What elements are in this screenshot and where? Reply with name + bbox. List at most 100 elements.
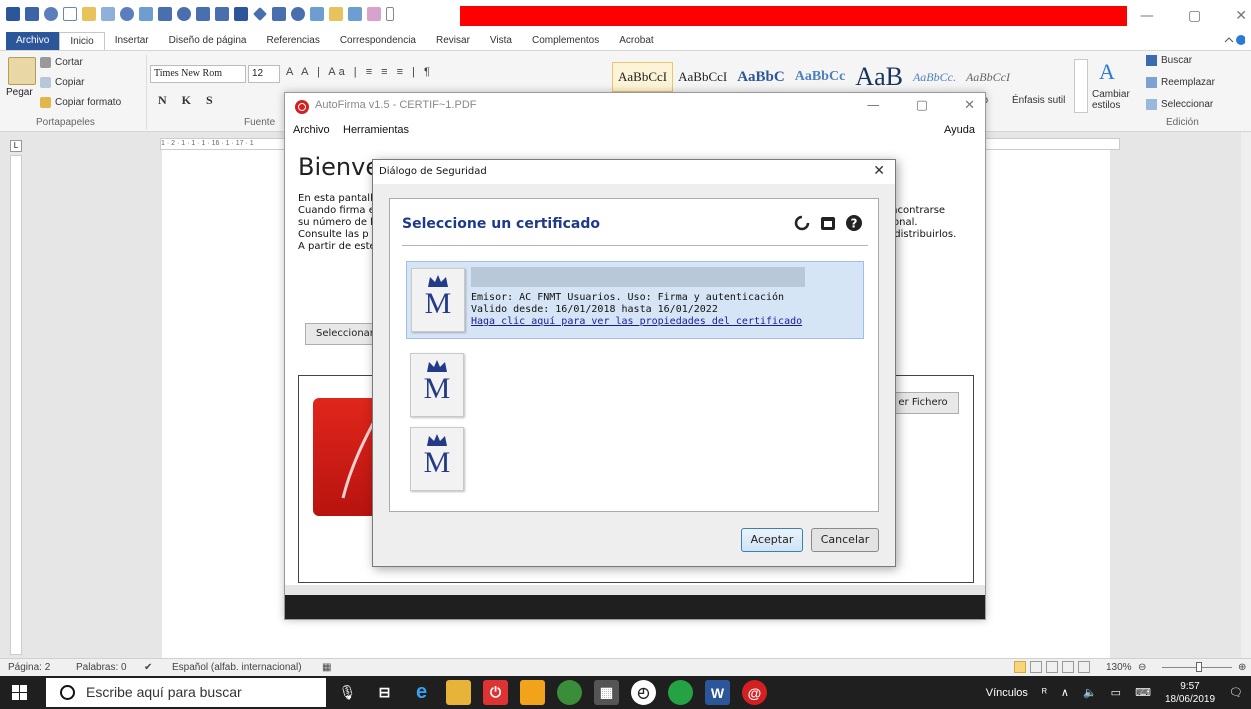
font-size-select[interactable]: 12 [248,65,280,83]
paste-button[interactable]: Pegar [6,87,33,98]
macro-icon[interactable] [158,7,172,21]
certificate-properties-link[interactable]: Haga clic aquí para ver las propiedades … [471,316,802,328]
cycle-icon[interactable] [291,7,305,21]
paragraph-tools[interactable]: A A | Aa | ≡ ≡ ≡ | ¶ [286,66,433,78]
window-icon[interactable] [348,7,362,21]
power-app-icon[interactable]: ⏻ [483,680,508,705]
tab-inicio[interactable]: Inicio [59,32,105,50]
macro-record-icon[interactable]: ▦ [322,662,331,673]
store-icon[interactable] [520,680,545,705]
view-file-button[interactable]: er Fichero [887,392,959,414]
proofing-icon[interactable]: ✔ [144,662,152,673]
calculator-icon[interactable]: ▦ [594,680,619,705]
keyboard-icon[interactable]: ⌨ [1135,686,1151,699]
status-words[interactable]: Palabras: 0 [76,662,127,673]
outline-icon[interactable] [1062,661,1074,673]
tab-revisar[interactable]: Revisar [426,32,480,50]
cut-button[interactable]: Cortar [40,57,83,68]
find-button[interactable]: Buscar [1146,55,1192,66]
tab-diseno[interactable]: Diseño de página [159,32,257,50]
windows-start-icon[interactable] [12,685,28,701]
reading-view-icon[interactable] [1030,661,1042,673]
status-language[interactable]: Español (alfab. internacional) [172,662,302,673]
undo-icon[interactable] [44,7,58,21]
taskbar-clock[interactable]: 9:57 18/06/2019 [1165,680,1215,706]
network-icon[interactable]: ▭ [1111,686,1121,699]
whatsapp-icon[interactable] [668,680,693,705]
minus-icon[interactable] [215,7,229,21]
style-subtle-emphasis[interactable]: AaBbCcI [961,70,1015,85]
cancel-button[interactable]: Cancelar [811,528,879,552]
task-view-icon[interactable]: ⊟ [372,680,397,705]
tab-acrobat[interactable]: Acrobat [609,32,663,50]
tab-insertar[interactable]: Insertar [105,32,159,50]
redo-icon[interactable] [120,7,134,21]
styles-scroll[interactable] [1074,59,1088,113]
tab-complementos[interactable]: Complementos [522,32,609,50]
dialog-close-button[interactable]: ✕ [873,163,885,179]
tab-archivo[interactable]: Archivo [6,32,60,50]
zoom-slider-thumb[interactable] [1196,662,1202,672]
tab-selector[interactable]: L [10,140,22,152]
microphone-icon[interactable]: 🎙 [335,680,360,705]
change-styles-button[interactable]: Cambiar estilos [1092,89,1140,111]
minimize-button[interactable]: — [1140,8,1154,24]
zoom-in-icon[interactable]: ⊕ [1238,662,1246,673]
change-styles-icon[interactable]: A [1096,57,1124,85]
tab-vista[interactable]: Vista [480,32,522,50]
taskbar-search-box[interactable]: Escribe aquí para buscar [46,678,326,707]
certificate-item[interactable]: M [406,421,864,499]
draft-icon[interactable] [1078,661,1090,673]
autofirma-taskbar-icon[interactable]: @ [742,680,767,705]
diamond-icon[interactable] [253,7,267,21]
spelling-icon[interactable] [101,7,115,21]
customize-qat-icon[interactable] [386,7,394,21]
style-subtitle[interactable]: AaBbCc. [908,70,961,85]
menu-ayuda[interactable]: Ayuda [944,124,975,136]
file-explorer-icon[interactable] [446,680,471,705]
help-icon[interactable]: ? [844,213,864,233]
links-toolbar[interactable]: Vínculos [986,687,1028,699]
new-document-icon[interactable] [63,7,77,21]
print-layout-icon[interactable] [1014,661,1026,673]
notifications-icon[interactable]: 🗨 [1229,686,1243,699]
vertical-scrollbar[interactable] [1241,132,1251,658]
refresh-icon[interactable] [792,213,812,233]
menu-archivo[interactable]: Archivo [293,124,330,136]
arrow-right-icon[interactable] [272,7,286,21]
square-icon[interactable] [234,7,248,21]
plus-icon[interactable] [196,7,210,21]
tray-overflow-icon[interactable]: ∧ [1061,686,1069,699]
replace-button[interactable]: Reemplazar [1146,77,1215,88]
edge-icon[interactable]: e [409,680,434,705]
style-title[interactable]: AaB [850,62,908,92]
format-painter-button[interactable]: Copiar formato [40,97,121,108]
web-layout-icon[interactable] [1046,661,1058,673]
font-name-select[interactable]: Times New Rom [150,65,246,83]
af-maximize-button[interactable]: ▢ [916,98,928,113]
color-icon[interactable] [367,7,381,21]
status-page[interactable]: Página: 2 [8,662,50,673]
af-close-button[interactable]: ✕ [964,98,975,113]
select-button[interactable]: Seleccionar [1146,99,1213,110]
folder-icon[interactable] [329,7,343,21]
volume-icon[interactable]: 🔈 [1083,686,1097,699]
refresh-icon[interactable] [177,7,191,21]
print-preview-icon[interactable] [310,7,324,21]
af-minimize-button[interactable]: — [867,98,880,113]
close-button[interactable]: ✕ [1235,8,1247,24]
word-taskbar-icon[interactable]: W [705,680,730,705]
import-icon[interactable] [818,213,838,233]
image-icon[interactable] [139,7,153,21]
ribbon-collapse-icon[interactable] [1223,33,1246,50]
tab-referencias[interactable]: Referencias [256,32,329,50]
style-no-spacing[interactable]: AaBbCcI [673,69,732,85]
menu-herramientas[interactable]: Herramientas [343,124,409,136]
style-heading-1[interactable]: AaBbC [732,69,790,86]
open-folder-icon[interactable] [82,7,96,21]
format-buttons[interactable]: N K S [158,93,219,108]
chrome-icon[interactable] [557,680,582,705]
style-heading-2[interactable]: AaBbCc [790,69,851,85]
style-normal[interactable]: AaBbCcI [612,62,674,92]
clock-app-icon[interactable]: ◴ [631,680,656,705]
